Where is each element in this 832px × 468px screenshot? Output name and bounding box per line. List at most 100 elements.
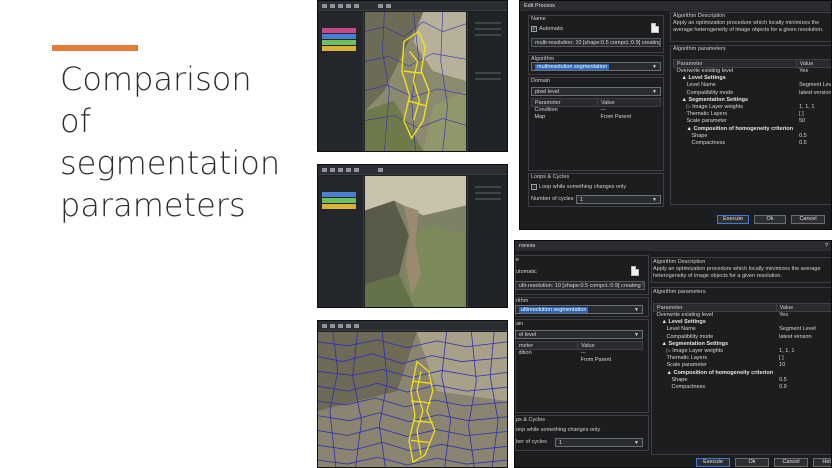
- segmentation-screenshot-scale-10: [317, 320, 508, 468]
- algorithm-select[interactable]: ultiresolution segmentation ▼: [515, 305, 643, 314]
- parameter-row[interactable]: Compactness 0.9: [654, 383, 832, 390]
- name-label: e: [516, 257, 520, 263]
- parameter-name: Overwrite existing level: [656, 312, 714, 319]
- name-label: Name: [531, 16, 546, 22]
- slide-title-line: Comparison: [60, 60, 252, 98]
- parameter-row[interactable]: Compatibility mode latest version: [674, 89, 832, 96]
- table-row[interactable]: Map From Parent: [532, 114, 661, 121]
- domain-select[interactable]: pixel level ▼: [531, 87, 661, 96]
- parameter-row[interactable]: ▲ Segmentation Settings: [654, 340, 832, 347]
- parameter-row[interactable]: ▲ Composition of homogeneity criterion: [674, 125, 832, 132]
- column-header: Value: [577, 341, 643, 350]
- ok-button[interactable]: Ok: [735, 458, 769, 467]
- domain-table: Parameter Value Condition --- Map From Pare…: [531, 98, 661, 121]
- param-value: ---: [580, 350, 587, 357]
- loop-checkbox[interactable]: [531, 184, 537, 190]
- table-row[interactable]: From Parent: [516, 357, 643, 364]
- parameter-value: 1, 1, 1: [799, 104, 815, 111]
- process-name-field[interactable]: multi-resolution: 10 [shape:0.5 compct.:…: [531, 38, 661, 47]
- parameter-row[interactable]: Overwrite existing level Yes: [654, 312, 832, 319]
- parameter-row[interactable]: Compactness 0.5: [674, 139, 832, 146]
- domain-value: pixel level: [535, 89, 560, 95]
- parameter-name: Compactness: [691, 139, 726, 146]
- loops-label: ps & Cycles: [516, 417, 546, 423]
- parameter-row[interactable]: ▲ Level Settings: [674, 75, 832, 82]
- parameter-value: latest version: [779, 333, 812, 340]
- column-header: meter: [515, 341, 578, 350]
- param-value: ---: [600, 107, 607, 114]
- algorithm-value: ultiresolution segmentation: [519, 307, 589, 313]
- map-view[interactable]: [318, 332, 507, 467]
- algorithm-description-label: Algorithm Description: [653, 259, 706, 265]
- domain-select[interactable]: el level ▼: [515, 330, 643, 339]
- app-toolbar: [318, 321, 507, 331]
- ok-button[interactable]: Ok: [754, 215, 786, 224]
- slide-title-line: of: [60, 102, 91, 140]
- parameter-value: [776, 319, 831, 326]
- map-view[interactable]: [365, 12, 466, 151]
- algorithm-parameters-label: Algorithm parameters: [673, 46, 726, 52]
- cycles-select[interactable]: 1 ▼: [576, 195, 661, 204]
- table-row[interactable]: Condition ---: [532, 107, 661, 114]
- execute-button[interactable]: Execute: [717, 215, 749, 224]
- parameter-row[interactable]: Compatibility mode latest version: [654, 333, 832, 340]
- cancel-button[interactable]: Cancel: [791, 215, 825, 224]
- parameter-value: latest version: [799, 89, 832, 96]
- parameter-row[interactable]: ▲ Composition of homogeneity criterion: [654, 369, 832, 376]
- parameter-name: Scale parameter: [666, 362, 707, 369]
- column-header: Value: [597, 98, 661, 107]
- cancel-button[interactable]: Cancel: [774, 458, 808, 467]
- document-icon[interactable]: [631, 266, 639, 276]
- parameter-row[interactable]: Scale parameter 50: [674, 118, 832, 125]
- parameter-name: Compactness: [671, 383, 706, 390]
- parameter-row[interactable]: Thematic Layers [ ]: [674, 111, 832, 118]
- parameter-row[interactable]: Level Name Segment Level: [674, 82, 832, 89]
- parameter-row[interactable]: ▲ Segmentation Settings: [674, 96, 832, 103]
- algorithm-description-label: Algorithm Description: [673, 13, 726, 19]
- document-icon[interactable]: [651, 23, 659, 33]
- parameter-name: Compatibility mode: [666, 333, 714, 340]
- parameter-row[interactable]: ▷ Image Layer weights 1, 1, 1: [674, 103, 832, 110]
- execute-button[interactable]: Execute: [696, 458, 730, 467]
- parameter-value: [776, 340, 831, 347]
- layers-panel: [318, 12, 364, 151]
- map-view[interactable]: [365, 176, 466, 307]
- slide-title: Comparison of segmentation parameters: [60, 58, 300, 226]
- automatic-checkbox[interactable]: ✓: [531, 26, 537, 32]
- column-header: Value: [795, 59, 831, 68]
- algorithm-description-text: Apply an optimization procedure which lo…: [673, 20, 824, 33]
- dialog-title: rocess: [515, 241, 831, 251]
- parameter-value: [ ]: [779, 355, 784, 362]
- loop-label: oop while something changes only: [516, 427, 601, 433]
- process-name-field[interactable]: ulti-resolution: 10 [shape:0.5 compct.:0…: [515, 281, 645, 290]
- chevron-down-icon: ▼: [652, 89, 657, 95]
- help-icon[interactable]: ?: [825, 243, 828, 249]
- parameter-row[interactable]: Scale parameter 10: [654, 362, 832, 369]
- original-image-screenshot: [317, 164, 508, 308]
- parameter-row[interactable]: Shape 0.5: [654, 376, 832, 383]
- parameter-name: ▲ Composition of homogeneity criterion: [686, 125, 794, 132]
- parameter-value: 0.5: [799, 139, 807, 146]
- cycles-value: 1: [559, 440, 563, 446]
- cycles-select[interactable]: 1 ▼: [555, 438, 643, 447]
- parameter-value: [796, 75, 831, 82]
- parameter-row[interactable]: Thematic Layers [ ]: [654, 355, 832, 362]
- segmented-image: [318, 332, 507, 467]
- parameter-value: 0.5: [779, 376, 787, 383]
- parameter-name: Shape: [671, 376, 688, 383]
- parameter-row[interactable]: Overwrite existing level Yes: [674, 68, 832, 75]
- raw-image: [365, 176, 466, 307]
- parameter-row[interactable]: Shape 0.5: [674, 132, 832, 139]
- parameter-name: ▲ Level Settings: [681, 75, 726, 82]
- chevron-down-icon: ▼: [652, 197, 657, 203]
- table-row[interactable]: dition ---: [516, 350, 643, 357]
- parameter-name: Thematic Layers: [686, 111, 728, 118]
- domain-label: Domain: [531, 78, 550, 84]
- parameter-row[interactable]: Level Name Segment Level: [654, 326, 832, 333]
- param-name: Map: [534, 114, 546, 121]
- parameter-name: ▷ Image Layer weights: [686, 104, 744, 111]
- parameter-row[interactable]: ▷ Image Layer weights 1, 1, 1: [654, 347, 832, 354]
- parameter-row[interactable]: ▲ Level Settings: [654, 319, 832, 326]
- help-button[interactable]: Help: [813, 458, 831, 467]
- algorithm-select[interactable]: multiresolution segmentation ▼: [531, 62, 661, 71]
